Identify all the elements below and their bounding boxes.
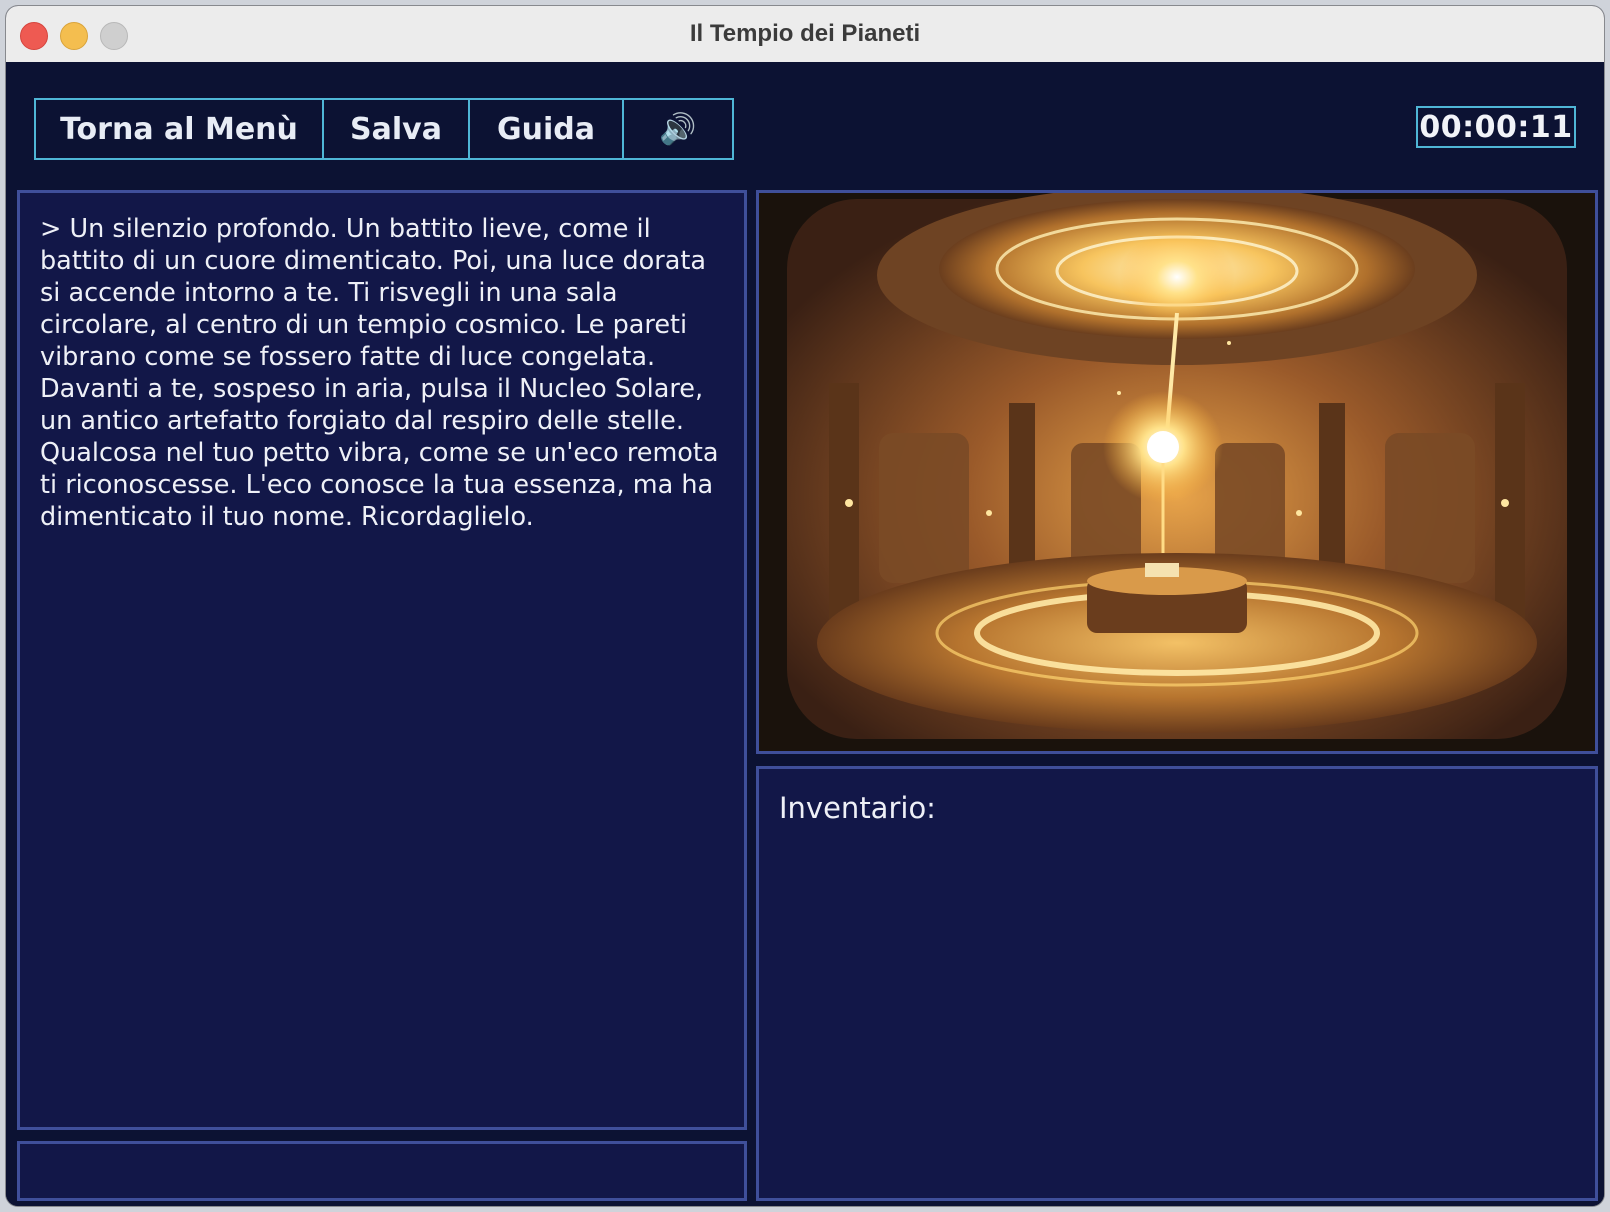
app-window: Il Tempio dei Pianeti Torna al Menù Salv… [6,6,1604,1206]
story-panel: > Un silenzio profondo. Un battito lieve… [17,190,747,1130]
inventory-title: Inventario: [779,791,936,825]
scene-image [756,190,1598,754]
sound-toggle-button[interactable]: 🔊 [624,100,732,158]
game-content: Torna al Menù Salva Guida 🔊 00:00:11 > U… [6,62,1604,1206]
inventory-panel: Inventario: [756,766,1598,1201]
temple-scene-illustration [759,193,1595,751]
back-to-menu-button[interactable]: Torna al Menù [36,100,324,158]
save-button[interactable]: Salva [324,100,470,158]
command-input[interactable] [20,1144,744,1198]
command-input-panel [17,1141,747,1201]
story-text: > Un silenzio profondo. Un battito lieve… [40,214,719,532]
title-bar: Il Tempio dei Pianeti [6,6,1604,63]
toolbar: Torna al Menù Salva Guida 🔊 [34,98,734,160]
speaker-icon: 🔊 [659,111,697,147]
guide-button[interactable]: Guida [470,100,624,158]
window-title: Il Tempio dei Pianeti [689,20,921,47]
elapsed-timer: 00:00:11 [1416,106,1576,148]
